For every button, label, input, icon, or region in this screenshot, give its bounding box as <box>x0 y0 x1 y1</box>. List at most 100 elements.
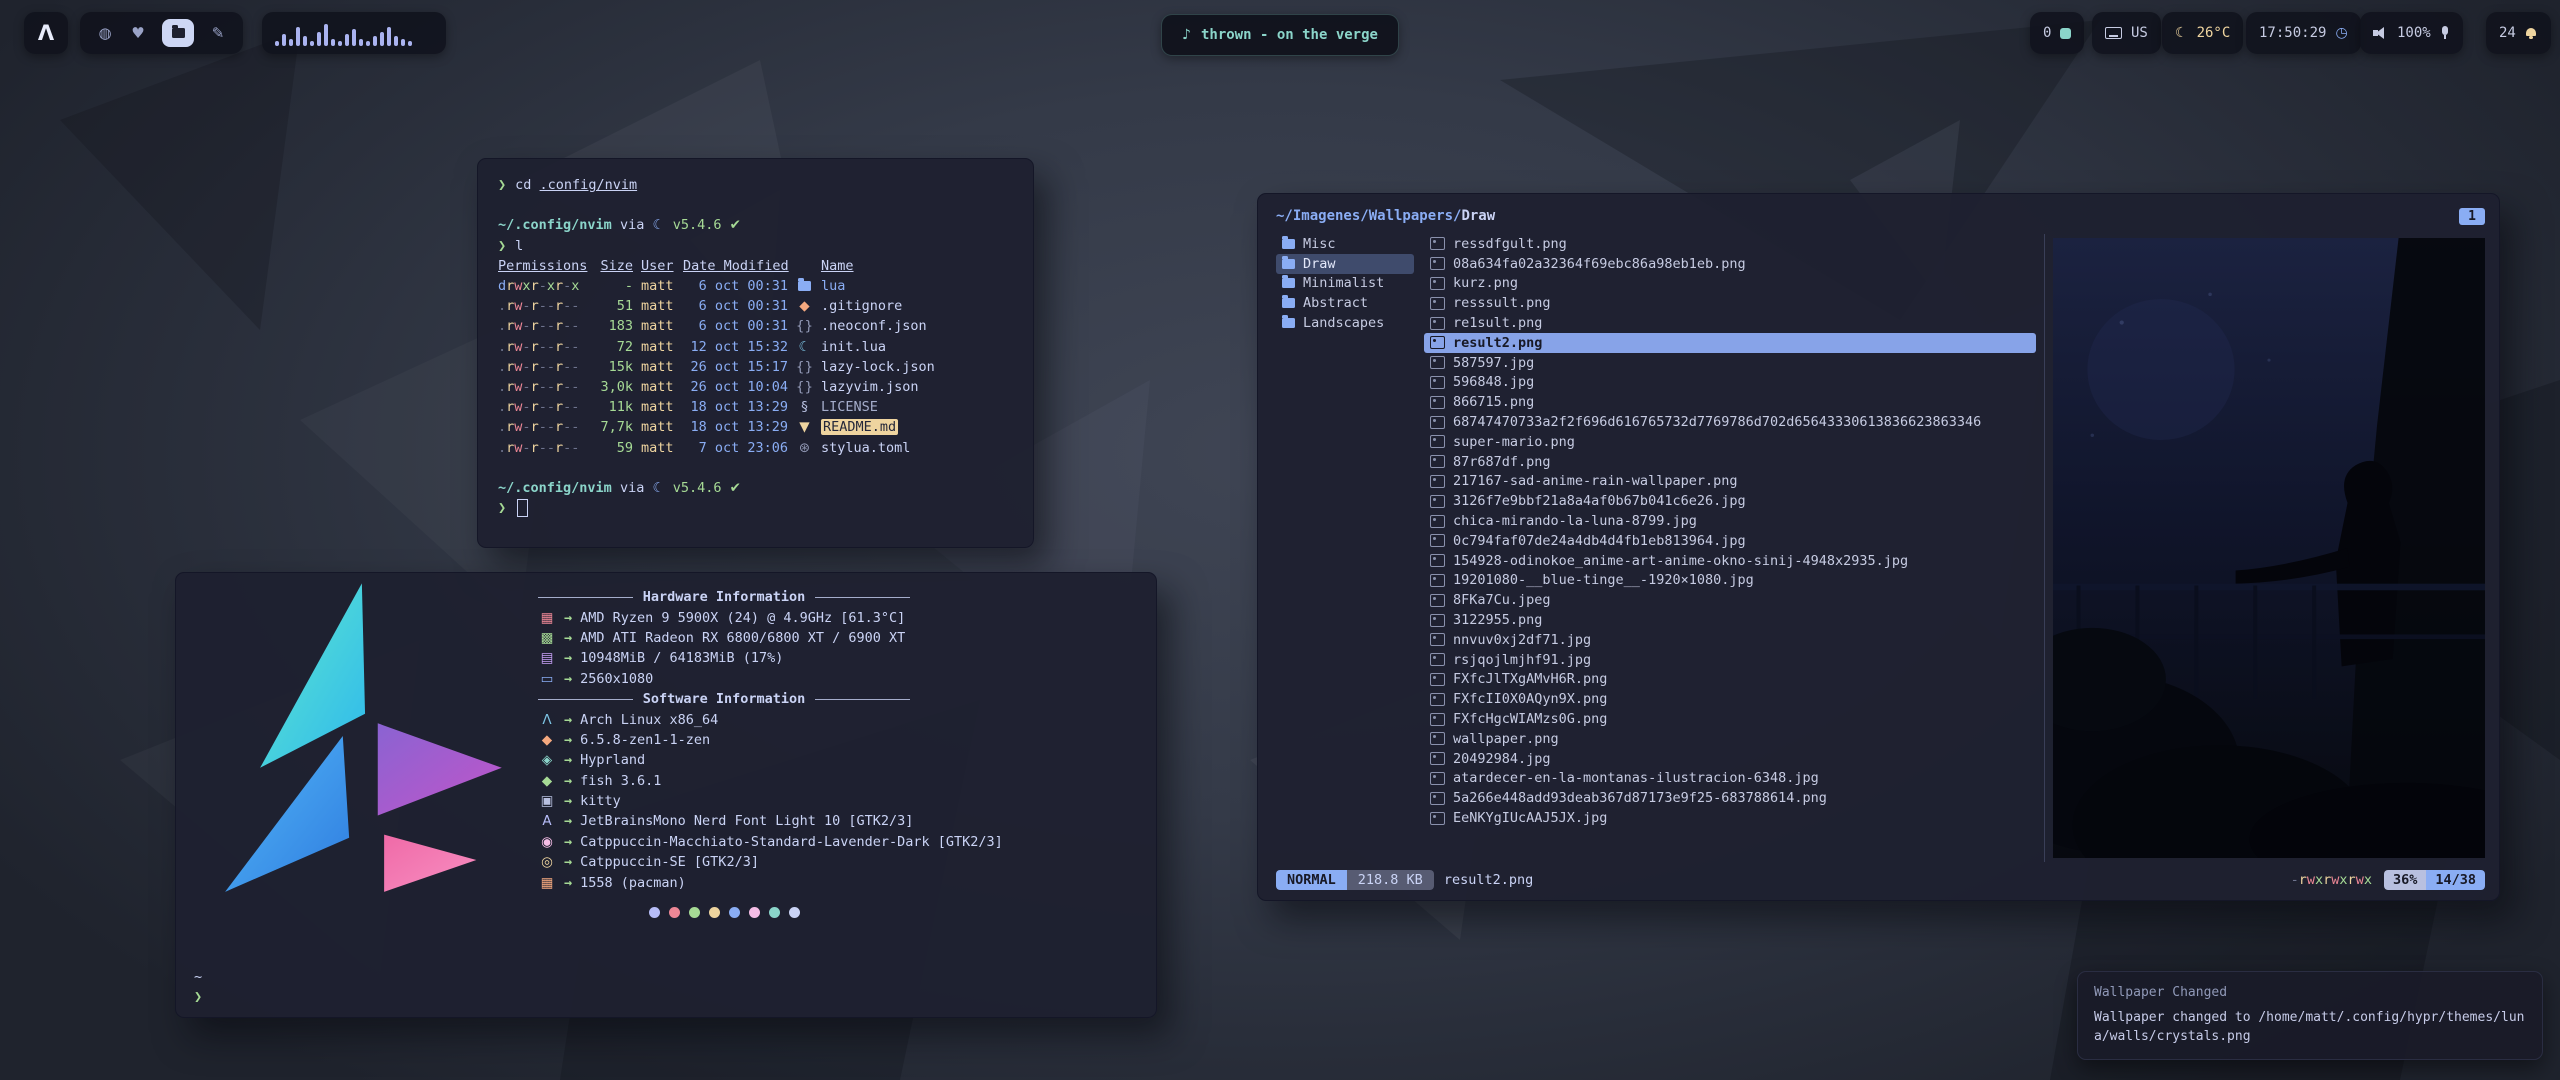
shell-prompt: ~ ❯ <box>194 969 202 1009</box>
file-entry[interactable]: 217167-sad-anime-rain-wallpaper.png <box>1424 472 2036 492</box>
sidebar-folder[interactable]: Landscapes <box>1276 313 1414 333</box>
sidebar-folder[interactable]: Minimalist <box>1276 274 1414 294</box>
info-text: 6.5.8-zen1-1-zen <box>580 732 710 748</box>
info-row: ▭→2560x1080 <box>538 669 910 689</box>
file-type-icon: {} <box>796 318 813 334</box>
sidebar-folder[interactable]: Draw <box>1276 254 1414 274</box>
image-file-icon <box>1430 673 1445 686</box>
weather-temperature: 26°C <box>2197 25 2231 41</box>
folder-icon <box>798 281 811 291</box>
clock-widget[interactable]: 17:50:29 ◷ <box>2246 12 2361 54</box>
moon-icon: ☾ <box>2175 25 2188 41</box>
tab-badge[interactable]: 1 <box>2459 208 2485 225</box>
workspace-chat-icon[interactable]: ♥ <box>129 19 147 47</box>
image-file-icon <box>1430 653 1445 666</box>
notification-popup[interactable]: Wallpaper Changed Wallpaper changed to /… <box>2077 971 2543 1060</box>
file-entry[interactable]: 3122955.png <box>1424 610 2036 630</box>
file-entry[interactable]: 596848.jpg <box>1424 373 2036 393</box>
weather-widget[interactable]: ☾ 26°C <box>2162 12 2243 54</box>
file-entry[interactable]: resssult.png <box>1424 293 2036 313</box>
image-file-icon <box>1430 396 1445 409</box>
perm-char: . <box>498 298 506 314</box>
file-entry[interactable]: EeNKYgIUcAAJ5JX.jpg <box>1424 808 2036 828</box>
file-entry[interactable]: 3126f7e9bbf21a8a4af0b67b041c6e26.jpg <box>1424 491 2036 511</box>
file-row: drwxr-xr-x-matt6 oct 00:31lua <box>498 276 1013 296</box>
file-list-pane: ressdfgult.png08a634fa02a32364f69ebc86a9… <box>1424 234 2036 862</box>
arrow-icon: → <box>564 875 572 891</box>
wm-icon: ◈ <box>538 752 556 768</box>
software-section-header: Software Information <box>538 689 910 709</box>
image-file-icon <box>1430 257 1445 270</box>
file-name: LICENSE <box>821 399 878 415</box>
info-row: ◎→Catppuccin-SE [GTK2/3] <box>538 852 910 872</box>
perm-char: - <box>539 359 547 375</box>
file-entry[interactable]: nnvuv0xj2df71.jpg <box>1424 630 2036 650</box>
file-date: 18 oct 13:29 <box>683 399 788 415</box>
sidebar-folder[interactable]: Abstract <box>1276 293 1414 313</box>
perm-char: - <box>539 379 547 395</box>
file-entry[interactable]: atardecer-en-la-montanas-ilustracion-634… <box>1424 769 2036 789</box>
folder-name: Minimalist <box>1303 275 1384 291</box>
file-entry[interactable]: ressdfgult.png <box>1424 234 2036 254</box>
col-permissions: Permissions <box>498 258 587 274</box>
file-entry[interactable]: 08a634fa02a32364f69ebc86a98eb1eb.png <box>1424 254 2036 274</box>
file-entry[interactable]: 19201080-__blue-tinge__-1920×1080.jpg <box>1424 571 2036 591</box>
file-entry[interactable]: 154928-odinokoe_anime-art-anime-okno-sin… <box>1424 551 2036 571</box>
updates-widget[interactable]: 0 <box>2030 12 2084 54</box>
file-entry[interactable]: FXfcJlTXgAMvH6R.png <box>1424 670 2036 690</box>
perm-char: r <box>555 278 563 294</box>
volume-widget[interactable]: 100% <box>2360 12 2463 54</box>
file-entry[interactable]: wallpaper.png <box>1424 729 2036 749</box>
file-user: matt <box>641 339 675 355</box>
cava-bar <box>275 41 279 46</box>
perm-char: - <box>539 339 547 355</box>
media-player-widget[interactable]: ♪ thrown - on the verge <box>1161 14 1399 56</box>
keyboard-layout-widget[interactable]: US <box>2092 12 2161 54</box>
file-entry[interactable]: rsjqojlmjhf91.jpg <box>1424 650 2036 670</box>
file-row: .rw-r--r--7,7kmatt18 oct 13:29▼README.md <box>498 417 1013 437</box>
file-entry[interactable]: 87r687df.png <box>1424 452 2036 472</box>
image-file-icon <box>1430 455 1445 468</box>
file-entry[interactable]: FXfcII0X0AQyn9X.png <box>1424 689 2036 709</box>
palette-dot <box>689 907 700 918</box>
file-entry[interactable]: 587597.jpg <box>1424 353 2036 373</box>
gpu-icon: ▩ <box>538 630 556 646</box>
info-text: AMD ATI Radeon RX 6800/6800 XT / 6900 XT <box>580 630 905 646</box>
workspace-browser-icon[interactable]: ◍ <box>96 19 114 47</box>
cava-bar <box>401 39 405 46</box>
file-entry[interactable]: 68747470733a2f2f696d616765732d7769786d70… <box>1424 412 2036 432</box>
perm-char: . <box>498 359 506 375</box>
file-user: matt <box>641 399 675 415</box>
file-name: 217167-sad-anime-rain-wallpaper.png <box>1453 473 1737 489</box>
workspace-files-icon[interactable] <box>162 19 194 47</box>
file-entry[interactable]: 866715.png <box>1424 392 2036 412</box>
breadcrumb-current: Draw <box>1461 208 1495 224</box>
file-entry[interactable]: result2.png <box>1424 333 2036 353</box>
sidebar-folder[interactable]: Misc <box>1276 234 1414 254</box>
col-user: User <box>641 258 675 274</box>
perm-char: x <box>522 278 530 294</box>
perm-char: r <box>555 399 563 415</box>
notifications-widget[interactable]: 24 <box>2486 12 2551 54</box>
file-entry[interactable]: super-mario.png <box>1424 432 2036 452</box>
perm-char: - <box>539 318 547 334</box>
info-text: kitty <box>580 793 621 809</box>
file-entry[interactable]: FXfcHgcWIAMzs0G.png <box>1424 709 2036 729</box>
image-file-icon <box>1430 336 1445 349</box>
file-entry[interactable]: 8FKa7Cu.jpeg <box>1424 590 2036 610</box>
file-entry[interactable]: kurz.png <box>1424 274 2036 294</box>
file-entry[interactable]: 20492984.jpg <box>1424 749 2036 769</box>
file-permissions: .rw-r--r-- <box>498 379 587 395</box>
file-permissions: .rw-r--r-- <box>498 359 587 375</box>
file-entry[interactable]: chica-mirando-la-luna-8799.jpg <box>1424 511 2036 531</box>
workspace-design-icon[interactable]: ✎ <box>209 19 227 47</box>
lua-version: v5.4.6 <box>673 480 722 496</box>
perm-char: - <box>547 359 555 375</box>
file-name: 866715.png <box>1453 394 1534 410</box>
file-entry[interactable]: re1sult.png <box>1424 313 2036 333</box>
file-entry[interactable]: 0c794faf07de24a4db4d4fb1eb813964.jpg <box>1424 531 2036 551</box>
image-file-icon <box>1430 693 1445 706</box>
file-entry[interactable]: 5a266e448add93deab367d87173e9f25-6837886… <box>1424 788 2036 808</box>
image-file-icon <box>1430 574 1445 587</box>
launcher-button[interactable]: Λ <box>24 12 68 54</box>
